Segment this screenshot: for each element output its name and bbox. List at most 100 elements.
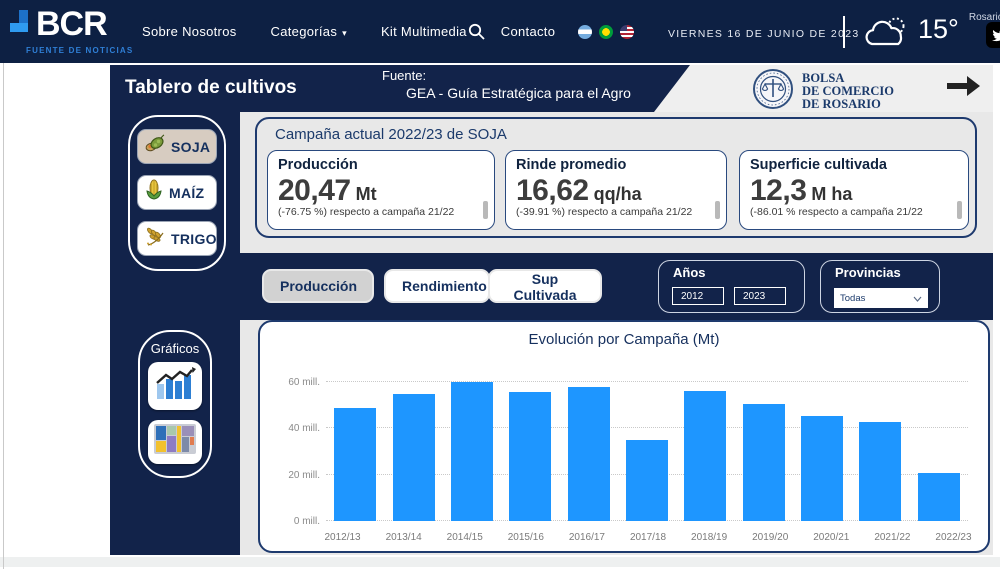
- x-tick-label: 2018/19: [679, 532, 740, 543]
- nav-divider: [843, 16, 845, 48]
- nav-item-categorias[interactable]: Categorías▾: [271, 24, 347, 39]
- x-tick-label: 2020/21: [801, 532, 862, 543]
- page-left-border: [3, 63, 4, 569]
- chart-bars: [326, 370, 968, 521]
- nav-item-kit-multimedia[interactable]: Kit Multimedia: [381, 24, 467, 39]
- kpi-card-produccion: Producción 20,47Mt (-76.75 %) respecto a…: [267, 150, 495, 230]
- x-tick-label: 2015/16: [495, 532, 556, 543]
- bcr-logo-subtitle: FUENTE DE NOTICIAS: [26, 46, 133, 55]
- charts-group: Gráficos: [138, 330, 212, 478]
- year-to-input[interactable]: [734, 287, 786, 305]
- weather-widget: 15° Rosario: [862, 14, 1000, 55]
- treemap-view-button[interactable]: [148, 420, 202, 464]
- bcr-logo[interactable]: BCR FUENTE DE NOTICIAS: [10, 6, 133, 55]
- page-bottom-band: [0, 557, 1000, 567]
- kpi-label: Rinde promedio: [516, 157, 716, 173]
- provinces-selected-value: Todas: [840, 293, 865, 304]
- kpi-value: 12,3: [750, 174, 806, 207]
- crop-button-maiz[interactable]: MAÍZ: [137, 175, 217, 210]
- kpi-label: Superficie cultivada: [750, 157, 958, 173]
- bar-2013/14[interactable]: [393, 394, 435, 521]
- usa-flag-icon[interactable]: [619, 24, 635, 40]
- bar-2019/20[interactable]: [743, 404, 785, 521]
- summary-panel: Campaña actual 2022/23 de SOJA Producció…: [255, 117, 977, 238]
- crop-button-soja[interactable]: SOJA: [137, 129, 217, 164]
- kpi-label: Producción: [278, 157, 484, 173]
- card-scrollbar[interactable]: [483, 201, 488, 219]
- cloud-icon: [862, 14, 910, 55]
- forward-arrow-button[interactable]: [945, 74, 981, 103]
- kpi-delta: (-86.01 % respecto a campaña 21/22: [750, 206, 930, 226]
- page-title: Tablero de cultivos: [125, 77, 297, 99]
- x-tick-label: 2022/23: [923, 532, 984, 543]
- nav-item-sobre-nosotros[interactable]: Sobre Nosotros: [142, 24, 237, 39]
- soy-icon: [144, 134, 166, 159]
- kpi-delta: (-39.91 %) respecto a campaña 21/22: [516, 206, 696, 226]
- years-label: Años: [673, 265, 804, 280]
- bar-2022/23[interactable]: [918, 473, 960, 521]
- metric-button-produccion[interactable]: Producción: [262, 269, 374, 303]
- plot-area: [326, 370, 968, 521]
- metric-button-sup-cultivada[interactable]: Sup Cultivada: [488, 269, 602, 303]
- nav-menu: Sobre Nosotros Categorías▾ Kit Multimedi…: [142, 0, 555, 63]
- card-scrollbar[interactable]: [957, 201, 962, 219]
- argentina-flag-icon[interactable]: [577, 24, 593, 40]
- brazil-flag-icon[interactable]: [598, 24, 614, 40]
- crop-label: TRIGO: [171, 231, 217, 247]
- y-tick-label: 60 mill.: [288, 377, 320, 388]
- dashboard-header: Tablero de cultivos Fuente: GEA - Guía E…: [110, 65, 690, 112]
- metric-button-rendimiento[interactable]: Rendimiento: [384, 269, 490, 303]
- bar-column: [851, 370, 909, 521]
- bar-2021/22[interactable]: [859, 422, 901, 521]
- x-tick-label: 2017/18: [617, 532, 678, 543]
- search-icon[interactable]: [468, 23, 485, 40]
- kpi-card-rinde: Rinde promedio 16,62qq/ha (-39.91 %) res…: [505, 150, 727, 230]
- x-tick-label: 2019/20: [740, 532, 801, 543]
- kpi-value: 20,47: [278, 174, 351, 207]
- filter-strip: Producción Rendimiento Sup Cultivada Año…: [240, 253, 993, 320]
- bar-2020/21[interactable]: [801, 416, 843, 521]
- bar-2012/13[interactable]: [334, 408, 376, 521]
- crop-label: MAÍZ: [169, 185, 204, 201]
- year-from-input[interactable]: [672, 287, 724, 305]
- y-tick-label: 20 mill.: [288, 470, 320, 481]
- x-tick-label: 2013/14: [373, 532, 434, 543]
- crop-label: SOJA: [171, 139, 210, 155]
- nav-item-contacto[interactable]: Contacto: [501, 24, 555, 39]
- bar-2018/19[interactable]: [684, 391, 726, 521]
- crop-selector-group: SOJA MAÍZ: [128, 115, 226, 271]
- wheat-icon: [144, 225, 166, 252]
- bar-2017/18[interactable]: [626, 440, 668, 521]
- bar-2015/16[interactable]: [509, 392, 551, 521]
- bar-column: [501, 370, 559, 521]
- bcr-logo-plus-icon: [10, 10, 36, 44]
- bar-column: [443, 370, 501, 521]
- bar-column: [384, 370, 442, 521]
- chart-panel: Evolución por Campaña (Mt) 0 mill.20 mil…: [258, 320, 990, 553]
- chevron-down-icon: ▾: [342, 28, 347, 38]
- twitter-icon[interactable]: [986, 22, 1000, 48]
- x-tick-label: 2016/17: [556, 532, 617, 543]
- crop-button-trigo[interactable]: TRIGO: [137, 221, 217, 256]
- x-tick-label: 2021/22: [862, 532, 923, 543]
- bar-chart-view-button[interactable]: [148, 362, 202, 410]
- bar-2016/17[interactable]: [568, 387, 610, 521]
- bar-column: [793, 370, 851, 521]
- bcr-org-logo: BOLSA DE COMERCIO DE ROSARIO: [752, 68, 894, 115]
- bar-2014/15[interactable]: [451, 382, 493, 521]
- kpi-delta: (-76.75 %) respecto a campaña 21/22: [278, 206, 458, 226]
- current-date: VIERNES 16 DE JUNIO DE 2023: [668, 28, 860, 40]
- provinces-dropdown[interactable]: Todas: [834, 288, 928, 308]
- org-name: BOLSA DE COMERCIO DE ROSARIO: [802, 72, 894, 111]
- kpi-unit: qq/ha: [594, 184, 642, 204]
- bcr-seal-icon: [752, 68, 794, 115]
- bar-column: [735, 370, 793, 521]
- bcr-logo-text: BCR: [36, 6, 107, 42]
- x-axis-ticks: 2012/132013/142014/152015/162016/172017/…: [312, 532, 984, 543]
- chart-plot: 0 mill.20 mill.40 mill.60 mill.: [274, 370, 972, 521]
- chart-title: Evolución por Campaña (Mt): [260, 331, 988, 348]
- bar-chart-icon: [154, 366, 196, 407]
- card-scrollbar[interactable]: [715, 201, 720, 219]
- provinces-label: Provincias: [835, 265, 939, 280]
- kpi-unit: Mt: [356, 184, 377, 204]
